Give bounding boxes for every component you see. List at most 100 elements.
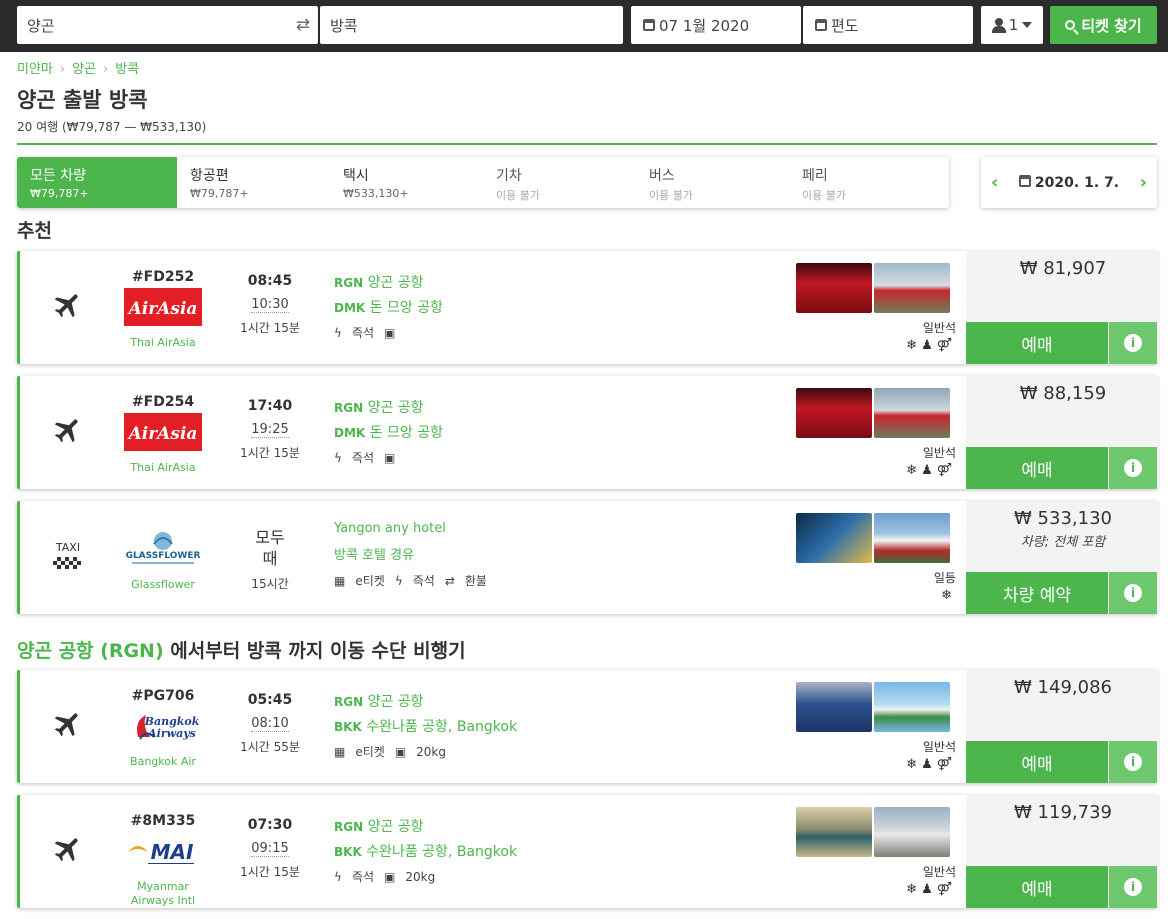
- from-input[interactable]: 양곤 ⇄: [17, 6, 318, 44]
- destination-code: DMK: [334, 301, 366, 315]
- tab-label: 항공편: [190, 168, 229, 184]
- seat-icon: ♟: [921, 463, 937, 478]
- origin-stop[interactable]: RGN 양곤 공항: [334, 396, 443, 421]
- origin-stop[interactable]: RGN 양곤 공항: [334, 690, 517, 715]
- origin-stop[interactable]: RGN 양곤 공항: [334, 815, 517, 840]
- origin-stop[interactable]: RGN 양곤 공항: [334, 271, 443, 296]
- destination-stop[interactable]: DMK 돈 므앙 공항: [334, 421, 443, 446]
- book-button[interactable]: 예매: [966, 322, 1108, 364]
- origin-stop[interactable]: Yangon any hotel: [334, 515, 497, 542]
- info-button[interactable]: i: [1109, 322, 1157, 364]
- breadcrumb-destination[interactable]: 방콕: [115, 62, 139, 77]
- vehicle-photo[interactable]: [874, 513, 950, 563]
- swap-icon[interactable]: ⇄: [296, 15, 310, 35]
- departure-any: 모두: [255, 528, 285, 547]
- book-button[interactable]: 차량 예약: [966, 572, 1108, 614]
- trip-summary: 20 여행 (₩79,787 — ₩533,130): [17, 120, 207, 134]
- destination-stop[interactable]: DMK 돈 므앙 공항: [334, 296, 443, 321]
- destination-stop[interactable]: BKK 수완나품 공항, Bangkok: [334, 840, 517, 865]
- info-button[interactable]: i: [1109, 572, 1157, 614]
- tab-taxi[interactable]: 택시 ₩533,130+: [330, 157, 483, 208]
- info-button[interactable]: i: [1109, 447, 1157, 489]
- seat-icon: ♟: [921, 882, 937, 897]
- result-card[interactable]: #FD252 AirAsia Thai AirAsia 08:45 10:30 …: [17, 251, 1160, 364]
- book-label: 예매: [1021, 335, 1053, 356]
- destination-stop[interactable]: BKK 수완나품 공항, Bangkok: [334, 715, 517, 740]
- toilet-icon: ⚤: [936, 882, 956, 897]
- book-button[interactable]: 예매: [966, 866, 1108, 908]
- carrier-name[interactable]: Thai AirAsia: [118, 461, 208, 475]
- carrier-block: #FD252 AirAsia Thai AirAsia: [118, 269, 208, 350]
- trip-type-input[interactable]: 편도: [803, 6, 973, 44]
- duration: 15시간: [251, 577, 289, 591]
- photos[interactable]: [796, 807, 950, 857]
- flight-code: #FD254: [131, 394, 195, 410]
- svg-text:AirAsia: AirAsia: [127, 299, 198, 319]
- departure-time: 17:40: [247, 398, 293, 414]
- to-input[interactable]: 방콕: [320, 6, 623, 44]
- result-card[interactable]: #FD254 AirAsia Thai AirAsia 17:40 19:25 …: [17, 376, 1160, 489]
- result-card[interactable]: TAXI GLASSFLOWER Glassflower 모두 때 15시간 Y…: [17, 501, 1160, 614]
- times: 07:30 09:15 1시간 15분: [240, 817, 300, 880]
- passenger-select[interactable]: 1: [981, 6, 1043, 44]
- cabin-photo[interactable]: [796, 388, 872, 438]
- interior-photo[interactable]: [796, 513, 872, 563]
- aircraft-photo[interactable]: [874, 263, 950, 313]
- section-flights-origin[interactable]: 양곤 공항 (RGN): [17, 640, 164, 662]
- cabin-photo[interactable]: [796, 807, 872, 857]
- photos[interactable]: [796, 682, 950, 732]
- calendar-icon: [815, 19, 827, 31]
- carrier-block: #FD254 AirAsia Thai AirAsia: [118, 394, 208, 475]
- svg-text:AirAsia: AirAsia: [127, 424, 198, 444]
- duration: 1시간 55분: [240, 740, 300, 754]
- svg-text:MAI: MAI: [151, 840, 194, 864]
- carrier-name[interactable]: Bangkok Air: [118, 755, 208, 769]
- result-card[interactable]: #PG706 Bangkok Airways Bangkok Air 05:45 …: [17, 670, 1160, 783]
- find-tickets-button[interactable]: 티켓 찾기: [1050, 6, 1157, 44]
- book-label: 예매: [1021, 460, 1053, 481]
- origin-name: 양곤 공항: [367, 694, 424, 710]
- prev-date-button[interactable]: ‹: [991, 172, 998, 193]
- amenities: ❄♟⚤: [876, 463, 956, 478]
- destination-code: DMK: [334, 426, 366, 440]
- amenities: ❄♟⚤: [876, 338, 956, 353]
- result-card[interactable]: #8M335 MAI Myanmar Airways Intl 07:30 09…: [17, 795, 1160, 908]
- search-bar: 양곤 ⇄ 방콕 07 1월 2020 편도 1 티켓 찾기: [0, 0, 1168, 52]
- aircraft-photo[interactable]: [874, 388, 950, 438]
- price-box: ₩ 81,907 예매 i: [966, 251, 1160, 364]
- times: 모두 때 15시간: [240, 527, 300, 592]
- bag-icon: ▣: [384, 326, 396, 340]
- info-button[interactable]: i: [1109, 866, 1157, 908]
- photos[interactable]: [796, 513, 950, 563]
- aircraft-photo[interactable]: [874, 682, 950, 732]
- price-box: ₩ 149,086 예매 i: [966, 670, 1160, 783]
- cabin-photo[interactable]: [796, 263, 872, 313]
- book-button[interactable]: 예매: [966, 447, 1108, 489]
- breadcrumb-origin[interactable]: 양곤: [72, 62, 96, 77]
- instant-label: 즉석: [351, 870, 375, 884]
- departure-time: 08:45: [247, 273, 293, 289]
- seat-class-label: 일반석: [922, 446, 956, 460]
- carrier-name[interactable]: Glassflower: [118, 578, 208, 592]
- bolt-icon: ϟ: [334, 451, 342, 465]
- photos[interactable]: [796, 388, 950, 438]
- info-button[interactable]: i: [1109, 741, 1157, 783]
- tab-all[interactable]: 모든 차량 ₩79,787+: [17, 157, 177, 208]
- plane-icon: [54, 838, 78, 862]
- destination-name: 돈 므앙 공항: [369, 300, 443, 316]
- flight-code: #8M335: [130, 813, 196, 829]
- carrier-name[interactable]: Myanmar Airways Intl: [118, 880, 208, 908]
- tab-flights[interactable]: 항공편 ₩79,787+: [177, 157, 330, 208]
- destination-stop[interactable]: 방콕 호텔 경유: [334, 542, 497, 569]
- aircraft-photo[interactable]: [874, 807, 950, 857]
- current-date[interactable]: 2020. 1. 7.: [1018, 174, 1119, 191]
- carrier-name[interactable]: Thai AirAsia: [118, 336, 208, 350]
- price: ₩ 88,159: [1019, 383, 1107, 404]
- cabin-photo[interactable]: [796, 682, 872, 732]
- airasia-logo: AirAsia: [124, 413, 202, 451]
- photos[interactable]: [796, 263, 950, 313]
- date-input[interactable]: 07 1월 2020: [631, 6, 801, 44]
- next-date-button[interactable]: ›: [1140, 172, 1147, 193]
- book-button[interactable]: 예매: [966, 741, 1108, 783]
- breadcrumb-country[interactable]: 미얀마: [17, 62, 53, 77]
